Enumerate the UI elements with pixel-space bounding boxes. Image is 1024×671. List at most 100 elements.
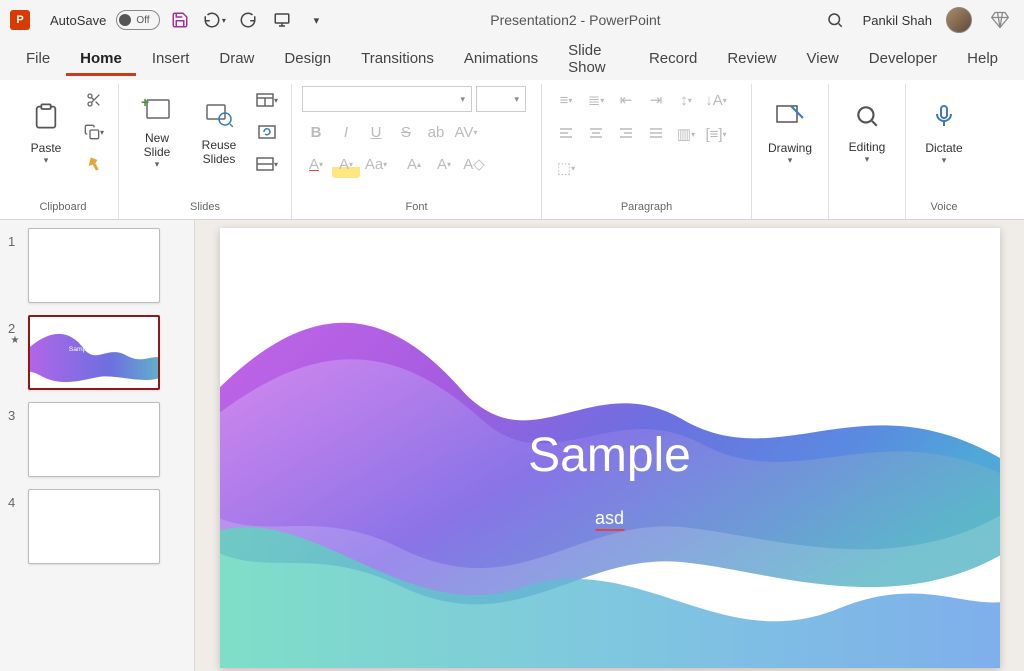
new-slide-button[interactable]: + New Slide ▾ (129, 86, 185, 182)
slide-thumbnail[interactable] (28, 489, 160, 564)
increase-indent-button[interactable]: ⇥ (642, 86, 670, 114)
thumbnail-row: 2★Sample (4, 315, 190, 390)
tab-home[interactable]: Home (66, 44, 136, 76)
clipboard-group-label: Clipboard (18, 199, 108, 217)
change-case-button[interactable]: Aa▾ (362, 150, 390, 178)
thumbnail-row: 3 (4, 402, 190, 477)
reuse-slides-icon (205, 103, 233, 134)
tab-design[interactable]: Design (270, 44, 345, 76)
paste-button[interactable]: Paste ▾ (18, 86, 74, 182)
slide-canvas[interactable]: Sample asd (220, 228, 1000, 668)
find-icon (854, 103, 880, 136)
chevron-down-icon: ▾ (865, 154, 870, 165)
editing-button[interactable]: Editing ▾ (839, 86, 895, 182)
clipboard-icon (32, 102, 60, 137)
tab-animations[interactable]: Animations (450, 44, 552, 76)
grow-font-button[interactable]: A▴ (400, 150, 428, 178)
voice-group-label: Voice (916, 199, 972, 217)
decrease-indent-button[interactable]: ⇤ (612, 86, 640, 114)
ribbon-tabs: FileHomeInsertDrawDesignTransitionsAnima… (0, 40, 1024, 80)
justify-button[interactable] (642, 120, 670, 148)
slide-thumbnail[interactable] (28, 228, 160, 303)
align-right-button[interactable] (612, 120, 640, 148)
font-color-button[interactable]: A▾ (302, 150, 330, 178)
cut-button[interactable] (80, 86, 108, 114)
customize-qat-icon[interactable]: ▾ (302, 6, 330, 34)
group-voice: Dictate ▾ Voice (906, 84, 982, 219)
align-center-button[interactable] (582, 120, 610, 148)
tab-developer[interactable]: Developer (855, 44, 951, 76)
align-left-button[interactable] (552, 120, 580, 148)
tab-view[interactable]: View (793, 44, 853, 76)
group-paragraph: ≡▾ ≣▾ ⇤ ⇥ ↕▾ ↓A▾ ▥▾ (542, 84, 752, 219)
autosave-state: Off (136, 15, 149, 26)
dictate-button[interactable]: Dictate ▾ (916, 86, 972, 182)
tab-transitions[interactable]: Transitions (347, 44, 448, 76)
search-icon[interactable] (821, 6, 849, 34)
tab-review[interactable]: Review (713, 44, 790, 76)
drawing-group-label (762, 199, 818, 217)
thumbnail-row: 1 (4, 228, 190, 303)
ribbon: Paste ▾ ▾ Clipboard (0, 80, 1024, 220)
reuse-slides-label: Reuse Slides (202, 138, 237, 166)
save-icon[interactable] (166, 6, 194, 34)
numbering-button[interactable]: ≣▾ (582, 86, 610, 114)
group-editing: Editing ▾ (829, 84, 906, 219)
text-direction-button[interactable]: ↓A▾ (702, 86, 730, 114)
user-name: Pankil Shah (863, 13, 932, 28)
thumbnail-number: 3 (8, 402, 22, 423)
line-spacing-button[interactable]: ↕▾ (672, 86, 700, 114)
title-bar: P AutoSave Off ▾ ▾ Presentation2 - Power… (0, 0, 1024, 40)
title-right: Pankil Shah (821, 6, 1014, 34)
premium-icon[interactable] (986, 6, 1014, 34)
reset-button[interactable] (253, 118, 281, 146)
thumbnail-number: 1 (8, 228, 22, 249)
tab-file[interactable]: File (12, 44, 64, 76)
avatar[interactable] (946, 7, 972, 33)
layout-button[interactable]: ▾ (253, 86, 281, 114)
shadow-button[interactable]: ab (422, 118, 450, 146)
drawing-button[interactable]: Drawing ▾ (762, 86, 818, 182)
autosave-toggle[interactable]: Off (116, 10, 160, 30)
editing-group-label (839, 199, 895, 217)
chevron-down-icon: ▾ (942, 155, 947, 166)
shrink-font-button[interactable]: A▾ (430, 150, 458, 178)
group-font: ▾ ▾ B I U S ab AV▾ A▾ A▾ Aa▾ A▴ A▾ A◇ Fo… (292, 84, 542, 219)
redo-icon[interactable] (234, 6, 262, 34)
tab-slide-show[interactable]: Slide Show (554, 36, 633, 85)
copy-button[interactable]: ▾ (80, 118, 108, 146)
character-spacing-button[interactable]: AV▾ (452, 118, 480, 146)
undo-icon[interactable]: ▾ (200, 6, 228, 34)
format-painter-button[interactable] (80, 150, 108, 178)
slide-thumbnail-panel: 12★Sample34 (0, 220, 195, 671)
bold-button[interactable]: B (302, 118, 330, 146)
slide-title-text[interactable]: Sample (528, 428, 691, 483)
columns-button[interactable]: ▥▾ (672, 120, 700, 148)
tab-record[interactable]: Record (635, 44, 711, 76)
slide-subtitle-text[interactable]: asd (595, 508, 624, 531)
font-size-dropdown[interactable]: ▾ (476, 86, 526, 112)
tab-insert[interactable]: Insert (138, 44, 204, 76)
workspace: 12★Sample34 (0, 220, 1024, 671)
microphone-icon (932, 102, 956, 137)
new-slide-icon: + (143, 98, 171, 127)
highlight-button[interactable]: A▾ (332, 150, 360, 178)
slide-thumbnail[interactable]: Sample (28, 315, 160, 390)
convert-smartart-button[interactable]: ⬚▾ (552, 154, 580, 182)
italic-button[interactable]: I (332, 118, 360, 146)
tab-draw[interactable]: Draw (205, 44, 268, 76)
underline-button[interactable]: U (362, 118, 390, 146)
strikethrough-button[interactable]: S (392, 118, 420, 146)
section-button[interactable]: ▾ (253, 150, 281, 178)
clear-formatting-button[interactable]: A◇ (460, 150, 488, 178)
drawing-label: Drawing (768, 141, 812, 155)
align-text-button[interactable]: [≡]▾ (702, 120, 730, 148)
tab-help[interactable]: Help (953, 44, 1012, 76)
bullets-button[interactable]: ≡▾ (552, 86, 580, 114)
reuse-slides-button[interactable]: Reuse Slides (191, 86, 247, 182)
slide-thumbnail[interactable] (28, 402, 160, 477)
font-name-dropdown[interactable]: ▾ (302, 86, 472, 112)
start-slideshow-icon[interactable] (268, 6, 296, 34)
app-icon: P (10, 10, 30, 30)
slide-canvas-area: Sample asd (195, 220, 1024, 671)
